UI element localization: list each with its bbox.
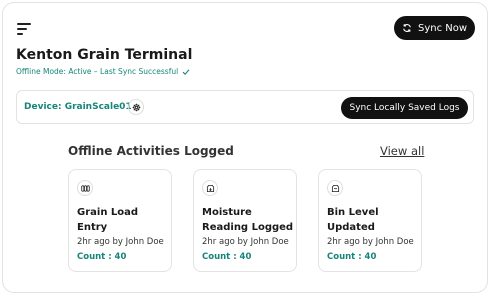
- card-count: Count : 40: [202, 252, 252, 262]
- page-title: Kenton Grain Terminal: [16, 47, 193, 63]
- menu-icon[interactable]: [17, 23, 31, 35]
- card-meta: 2hr ago by John Doe: [77, 237, 164, 247]
- activity-card-moisture[interactable]: Moisture Reading Logged 2hr ago by John …: [193, 169, 297, 272]
- device-bar: Device: GrainScale01 Sync Locally Saved …: [16, 90, 474, 124]
- bin-icon: [327, 180, 343, 196]
- card-title: Bin Level Updated: [327, 207, 379, 233]
- card-title: Grain Load Entry: [77, 207, 139, 233]
- gear-icon: [132, 103, 140, 111]
- sync-now-label: Sync Now: [417, 22, 468, 34]
- sync-status: Offline Mode: Active – Last Sync Success…: [16, 67, 190, 76]
- refresh-icon: [403, 24, 411, 32]
- device-settings-button[interactable]: [128, 99, 144, 115]
- card-meta: 2hr ago by John Doe: [202, 237, 289, 247]
- sync-now-button[interactable]: Sync Now: [394, 16, 475, 40]
- card-title: Moisture Reading Logged: [202, 207, 294, 233]
- card-count: Count : 40: [327, 252, 377, 262]
- grain-sacks-icon: [77, 180, 93, 196]
- card-meta: 2hr ago by John Doe: [327, 237, 414, 247]
- moisture-box-icon: [202, 180, 218, 196]
- view-all-link[interactable]: View all: [380, 144, 424, 158]
- sync-saved-logs-button[interactable]: Sync Locally Saved Logs: [341, 97, 468, 119]
- check-icon: [182, 68, 190, 75]
- card-count: Count : 40: [77, 252, 127, 262]
- activity-card-bin-level[interactable]: Bin Level Updated 2hr ago by John Doe Co…: [318, 169, 422, 272]
- section-title: Offline Activities Logged: [68, 144, 234, 158]
- sync-status-text: Offline Mode: Active – Last Sync Success…: [16, 67, 179, 76]
- device-label: Device: GrainScale01: [24, 102, 132, 112]
- activity-card-grain-load[interactable]: Grain Load Entry 2hr ago by John Doe Cou…: [68, 169, 172, 272]
